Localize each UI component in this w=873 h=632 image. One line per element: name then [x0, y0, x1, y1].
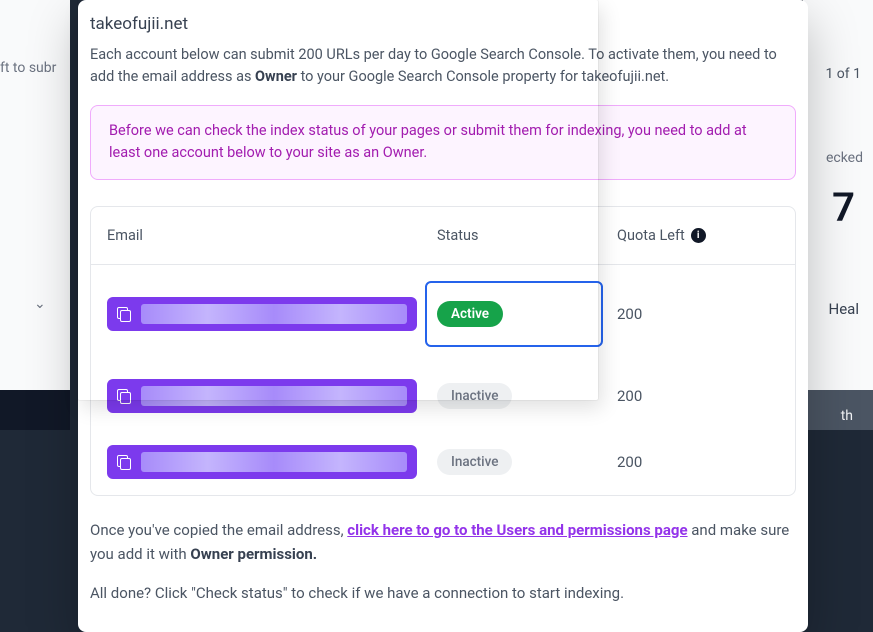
bg-text-left: ft to subr	[0, 60, 56, 76]
followup-text: All done? Click "Check status" to check …	[90, 584, 796, 602]
email-redacted	[141, 452, 407, 472]
status-cell-highlighted: Active	[425, 281, 603, 347]
quota-value: 200	[617, 453, 779, 471]
email-chip[interactable]	[107, 379, 417, 413]
table-row: Inactive 200	[91, 429, 795, 495]
bg-text-th: th	[841, 408, 853, 424]
bg-text-checked: ecked	[826, 150, 863, 166]
modal-desc-bold: Owner	[255, 68, 297, 85]
quota-value: 200	[617, 387, 779, 405]
col-quota: Quota Left	[617, 227, 685, 244]
table-row: Active 200	[91, 265, 795, 363]
email-chip[interactable]	[107, 445, 417, 479]
email-chip[interactable]	[107, 297, 417, 331]
status-badge-inactive: Inactive	[437, 449, 512, 475]
table-row: Inactive 200	[91, 363, 795, 429]
instructions-bold: Owner permission.	[190, 545, 317, 563]
bg-big-number: 7	[832, 184, 855, 231]
copy-icon[interactable]	[117, 307, 131, 321]
modal-domain-title: takeofujii.net	[90, 14, 796, 34]
col-status: Status	[437, 227, 617, 244]
info-icon[interactable]: i	[691, 228, 706, 243]
instructions-pre: Once you've copied the email address,	[90, 521, 347, 539]
email-redacted	[141, 386, 407, 406]
bg-page-count: 1 of 1	[825, 66, 861, 82]
modal-desc-post: to your Google Search Console property f…	[297, 68, 669, 85]
modal-description: Each account below can submit 200 URLs p…	[90, 44, 796, 89]
instructions-text: Once you've copied the email address, cl…	[90, 518, 796, 566]
email-redacted	[141, 304, 407, 324]
copy-icon[interactable]	[117, 455, 131, 469]
accounts-table: Email Status Quota Left i Active 200	[90, 206, 796, 496]
quota-value: 200	[617, 305, 779, 323]
col-email: Email	[107, 227, 437, 244]
accounts-modal: takeofujii.net Each account below can su…	[78, 0, 808, 632]
bg-text-heal: Heal	[829, 300, 859, 318]
table-header: Email Status Quota Left i	[91, 207, 795, 265]
status-badge-inactive: Inactive	[437, 383, 512, 409]
permissions-page-link[interactable]: click here to go to the Users and permis…	[347, 521, 687, 539]
owner-warning-notice: Before we can check the index status of …	[90, 105, 796, 180]
status-badge-active: Active	[437, 301, 503, 327]
chevron-down-icon[interactable]: ⌄	[34, 296, 46, 312]
copy-icon[interactable]	[117, 389, 131, 403]
